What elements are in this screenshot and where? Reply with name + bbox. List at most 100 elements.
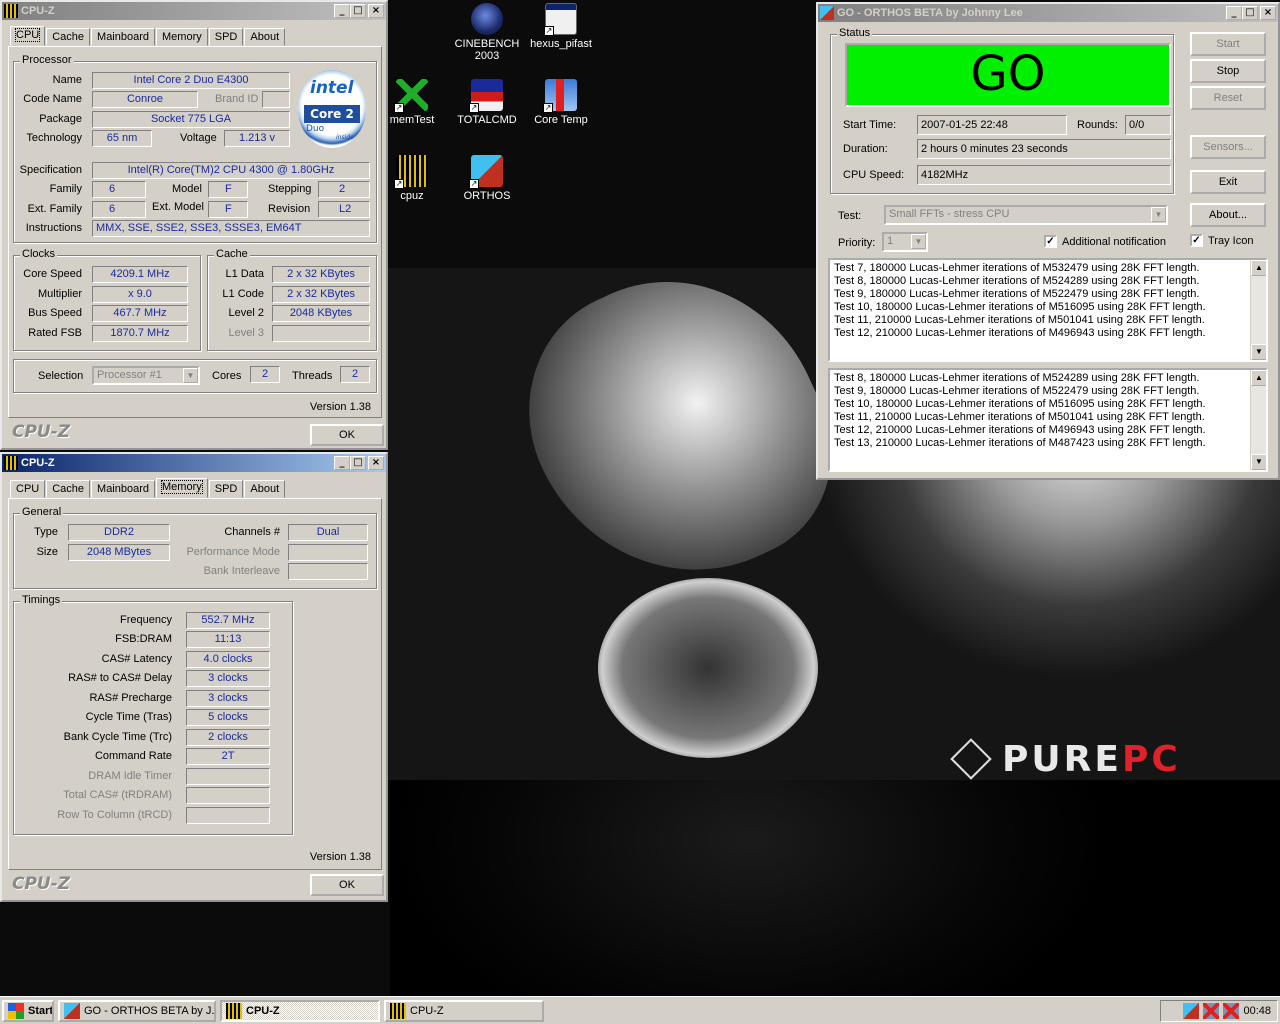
taskbar-item-orthos[interactable]: GO - ORTHOS BETA by J... bbox=[58, 1000, 216, 1022]
test-select[interactable]: Small FFTs - stress CPU ▼ bbox=[884, 205, 1168, 225]
group-label: Timings bbox=[20, 594, 63, 606]
tab-spd[interactable]: SPD bbox=[208, 28, 244, 46]
extmodel-value: F bbox=[208, 201, 248, 218]
timings-group: Timings Frequency 552.7 MHz FSB:DRAM 11:… bbox=[13, 594, 293, 835]
priority-select[interactable]: 1 ▼ bbox=[882, 232, 928, 252]
cores-value: 2 bbox=[250, 366, 280, 383]
cpuz-titlebar[interactable]: CPU-Z _ □ × bbox=[2, 454, 386, 472]
shortcut-arrow-icon: ↗ bbox=[394, 179, 404, 189]
orthos-icon: ↗ bbox=[469, 155, 503, 189]
minimize-button[interactable]: _ bbox=[334, 456, 350, 470]
rounds-label: Rounds: bbox=[1077, 119, 1118, 131]
stop-button[interactable]: Stop bbox=[1190, 59, 1266, 83]
start-button[interactable]: Start bbox=[2, 1000, 54, 1022]
l1code-label: L1 Code bbox=[222, 288, 264, 300]
maximize-button[interactable]: □ bbox=[350, 456, 366, 470]
tab-cache[interactable]: Cache bbox=[46, 480, 91, 498]
reset-button[interactable]: Reset bbox=[1190, 86, 1266, 110]
stepping-label: Stepping bbox=[268, 183, 312, 195]
sensors-button[interactable]: Sensors... bbox=[1190, 135, 1266, 159]
scroll-down-arrow-icon[interactable]: ▼ bbox=[1251, 454, 1266, 470]
duration-label: Duration: bbox=[843, 143, 888, 155]
tab-memory[interactable]: Memory bbox=[156, 478, 208, 498]
desktop-icon-orthos[interactable]: ↗ ORTHOS bbox=[451, 155, 523, 202]
cpu-speed-label: CPU Speed: bbox=[843, 169, 905, 181]
tab-about[interactable]: About bbox=[244, 480, 286, 498]
group-label: Cache bbox=[214, 248, 250, 260]
chevron-down-icon[interactable]: ▼ bbox=[1151, 207, 1166, 222]
tab-spd[interactable]: SPD bbox=[208, 480, 244, 498]
model-label: Model bbox=[172, 183, 202, 195]
close-button[interactable]: × bbox=[1260, 6, 1276, 20]
window-title: CPU-Z bbox=[21, 5, 55, 17]
group-label: Processor bbox=[20, 54, 74, 66]
scrollbar[interactable]: ▲ ▼ bbox=[1250, 370, 1266, 470]
tray-icon-checkbox[interactable]: ✓ Tray Icon bbox=[1190, 234, 1253, 247]
about-button[interactable]: About... bbox=[1190, 203, 1266, 227]
scroll-up-arrow-icon[interactable]: ▲ bbox=[1251, 370, 1266, 386]
tab-mainboard[interactable]: Mainboard bbox=[91, 480, 156, 498]
windows-logo-icon bbox=[8, 1003, 24, 1019]
cpuz-window-memory[interactable]: CPU-Z _ □ × CPU Cache Mainboard Memory S… bbox=[0, 452, 388, 902]
minimize-button[interactable]: _ bbox=[1226, 6, 1242, 20]
level3-label: Level 3 bbox=[228, 327, 264, 339]
orthos-window[interactable]: GO - ORTHOS BETA by Johnny Lee _ □ × Sta… bbox=[816, 2, 1280, 480]
revision-label: Revision bbox=[268, 203, 311, 215]
desktop-icon-hexus[interactable]: ↗ hexus_pifast bbox=[525, 3, 597, 50]
timing-label: DRAM Idle Timer bbox=[88, 770, 172, 782]
network-disconnected-icon[interactable] bbox=[1203, 1003, 1220, 1019]
corespeed-label: Core Speed bbox=[23, 268, 82, 280]
start-label: Start bbox=[28, 1005, 54, 1017]
desktop-icon-cinebench[interactable]: CINEBENCH 2003 bbox=[451, 3, 523, 62]
minimize-button[interactable]: _ bbox=[334, 4, 350, 18]
desktop-icon-coretemp[interactable]: ↗ Core Temp bbox=[525, 79, 597, 126]
technology-value: 65 nm bbox=[92, 130, 152, 147]
memory-tab-panel: General Type DDR2 Size 2048 MBytes Chann… bbox=[8, 498, 382, 870]
close-button[interactable]: × bbox=[368, 456, 384, 470]
tab-cache[interactable]: Cache bbox=[46, 28, 91, 46]
clock[interactable]: 00:48 bbox=[1243, 1005, 1271, 1017]
processor-select[interactable]: Processor #1 ▼ bbox=[92, 366, 200, 385]
checkmark-icon: ✓ bbox=[1044, 235, 1057, 248]
maximize-button[interactable]: □ bbox=[1242, 6, 1258, 20]
orthos-titlebar[interactable]: GO - ORTHOS BETA by Johnny Lee _ □ × bbox=[818, 4, 1278, 22]
desktop-icon-totalcmd[interactable]: ↗ TOTALCMD bbox=[451, 79, 523, 126]
tab-cpu[interactable]: CPU bbox=[10, 480, 46, 498]
ok-button[interactable]: OK bbox=[310, 424, 384, 446]
priority-label: Priority: bbox=[838, 237, 876, 249]
cpuz-window-cpu[interactable]: CPU-Z _ □ × CPU Cache Mainboard Memory S… bbox=[0, 0, 388, 450]
tab-cpu[interactable]: CPU bbox=[10, 26, 46, 46]
cpuz-chip-icon bbox=[390, 1003, 406, 1019]
taskbar-item-cpuz-active[interactable]: CPU-Z bbox=[220, 1000, 380, 1022]
intel-logo-text: intel bbox=[310, 78, 354, 98]
tab-strip: CPU Cache Mainboard Memory SPD About bbox=[6, 478, 286, 498]
orthos-tray-icon[interactable] bbox=[1183, 1003, 1200, 1019]
network-disconnected-icon[interactable] bbox=[1223, 1003, 1240, 1019]
test-log-primary[interactable]: Test 7, 180000 Lucas-Lehmer iterations o… bbox=[828, 258, 1268, 362]
tab-memory[interactable]: Memory bbox=[156, 28, 208, 46]
ok-button[interactable]: OK bbox=[310, 874, 384, 896]
maximize-button[interactable]: □ bbox=[350, 4, 366, 18]
chevron-down-icon[interactable]: ▼ bbox=[183, 368, 198, 383]
status-indicator: GO bbox=[845, 43, 1171, 107]
start-button[interactable]: Start bbox=[1190, 32, 1266, 56]
scrollbar[interactable]: ▲ ▼ bbox=[1250, 260, 1266, 360]
scroll-down-arrow-icon[interactable]: ▼ bbox=[1251, 344, 1266, 360]
cpuz-titlebar[interactable]: CPU-Z _ □ × bbox=[2, 2, 386, 20]
stepping-value: 2 bbox=[318, 181, 370, 198]
tab-mainboard[interactable]: Mainboard bbox=[91, 28, 156, 46]
close-button[interactable]: × bbox=[368, 4, 384, 18]
exit-button[interactable]: Exit bbox=[1190, 170, 1266, 194]
scroll-up-arrow-icon[interactable]: ▲ bbox=[1251, 260, 1266, 276]
codename-value: Conroe bbox=[92, 91, 198, 108]
test-log-secondary[interactable]: Test 8, 180000 Lucas-Lehmer iterations o… bbox=[828, 368, 1268, 472]
status-group: Status GO Start Time: 2007-01-25 22:48 R… bbox=[830, 27, 1174, 194]
chevron-down-icon[interactable]: ▼ bbox=[911, 234, 926, 249]
taskbar-item-label: CPU-Z bbox=[246, 1005, 280, 1017]
additional-notification-checkbox[interactable]: ✓ Additional notification bbox=[1044, 235, 1166, 248]
cpuz-chip-icon: ↗ bbox=[394, 155, 428, 189]
multiplier-label: Multiplier bbox=[37, 288, 82, 300]
taskbar-item-cpuz[interactable]: CPU-Z bbox=[384, 1000, 544, 1022]
instructions-value: MMX, SSE, SSE2, SSE3, SSSE3, EM64T bbox=[92, 220, 370, 237]
tab-about[interactable]: About bbox=[244, 28, 286, 46]
